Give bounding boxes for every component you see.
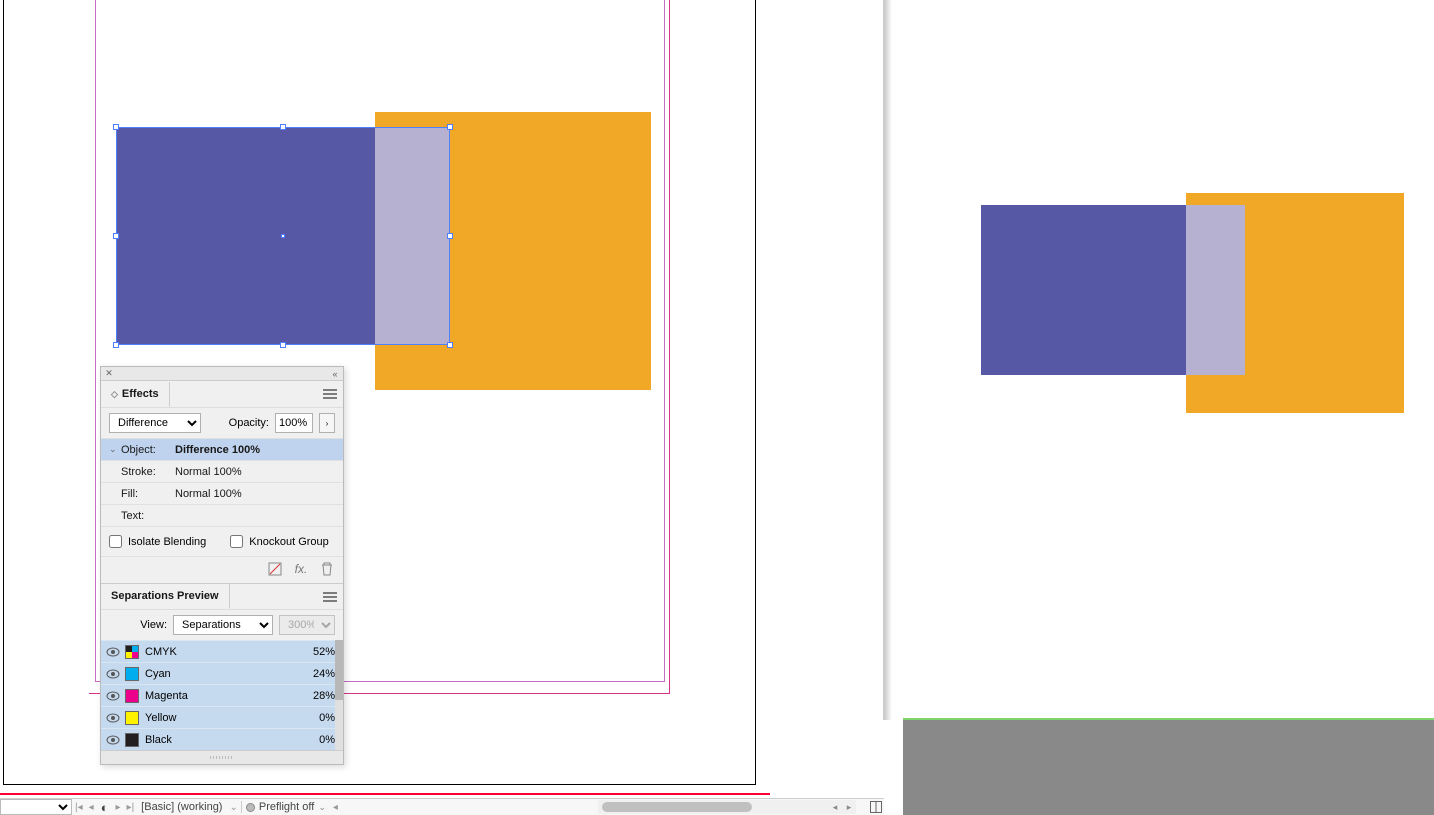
collapse-icon[interactable]: «: [331, 370, 339, 378]
attr-row-text[interactable]: Text:: [101, 504, 343, 526]
clear-effects-icon[interactable]: [267, 561, 283, 577]
sep-scroll-thumb[interactable]: [335, 640, 343, 700]
close-icon[interactable]: ✕: [105, 370, 113, 378]
preview-pasteboard: [903, 720, 1434, 815]
sel-handle-mr[interactable]: [447, 233, 453, 239]
ink-value: 0%: [295, 734, 335, 746]
attr-list: ⌄ Object: Difference 100% Stroke: Normal…: [101, 438, 343, 526]
trash-icon[interactable]: [319, 561, 335, 577]
sep-ink-row-magenta[interactable]: Magenta28%: [101, 684, 343, 706]
visibility-eye-icon[interactable]: [105, 713, 121, 723]
ink-swatch-icon: [125, 645, 139, 659]
page-last-icon[interactable]: ▸|: [124, 802, 138, 813]
split-view-icon[interactable]: [869, 800, 883, 814]
sep-ink-row-yellow[interactable]: Yellow0%: [101, 706, 343, 728]
sel-center[interactable]: [281, 234, 285, 238]
fx-icon[interactable]: fx.: [293, 561, 309, 577]
sep-scrollbar[interactable]: [335, 640, 343, 750]
horizontal-scrollbar[interactable]: ◂ ▸: [598, 800, 856, 814]
page-status-icon[interactable]: ◐: [97, 799, 113, 815]
page-prev-icon[interactable]: ◂: [86, 802, 97, 813]
separations-tab-row: Separations Preview: [101, 583, 343, 609]
sep-panel-menu-icon[interactable]: [317, 588, 343, 606]
sel-handle-bl[interactable]: [113, 342, 119, 348]
hscroll-left-icon[interactable]: ◂: [828, 802, 842, 813]
ink-name: Magenta: [145, 690, 295, 702]
sep-ink-row-cmyk[interactable]: CMYK52%: [101, 640, 343, 662]
opacity-input[interactable]: [275, 413, 313, 433]
effects-icon-strip: fx.: [101, 556, 343, 583]
sep-ink-row-cyan[interactable]: Cyan24%: [101, 662, 343, 684]
sep-ink-list: CMYK52%Cyan24%Magenta28%Yellow0%Black0%: [101, 640, 343, 750]
sep-view-select[interactable]: Separations: [173, 615, 273, 635]
preflight-status[interactable]: Preflight off ⌄: [242, 799, 330, 815]
ink-value: 52%: [295, 646, 335, 658]
knockout-group-label: Knockout Group: [249, 536, 329, 548]
visibility-eye-icon[interactable]: [105, 647, 121, 657]
blend-opacity-row: Difference Opacity: ›: [101, 407, 343, 438]
ink-swatch-icon: [125, 711, 139, 725]
opacity-label: Opacity:: [229, 417, 269, 429]
hscroll-thumb[interactable]: [602, 802, 752, 812]
chevron-down-icon: ⌄: [109, 444, 121, 455]
panel-menu-icon[interactable]: [317, 385, 343, 403]
zoom-dropdown[interactable]: [0, 799, 72, 815]
isolate-blending-checkbox[interactable]: [109, 535, 122, 548]
sel-handle-tr[interactable]: [447, 124, 453, 130]
panel-footer-grip[interactable]: [101, 750, 343, 764]
tab-separations[interactable]: Separations Preview: [101, 584, 230, 609]
sep-ink-row-black[interactable]: Black0%: [101, 728, 343, 750]
isolate-blending-label: Isolate Blending: [128, 536, 206, 548]
ink-value: 24%: [295, 668, 335, 680]
opacity-stepper[interactable]: ›: [319, 413, 335, 433]
attr-row-fill[interactable]: Fill: Normal 100%: [101, 482, 343, 504]
sep-view-row: View: Separations 300%: [101, 609, 343, 640]
blend-mode-select[interactable]: Difference: [109, 413, 201, 433]
sel-handle-tm[interactable]: [280, 124, 286, 130]
ink-swatch-icon: [125, 733, 139, 747]
tab-effects[interactable]: ◇Effects: [101, 382, 170, 407]
profile-label[interactable]: [Basic] (working): [137, 799, 226, 815]
preflight-label: Preflight off: [259, 801, 314, 813]
hscroll-right-icon[interactable]: ▸: [842, 802, 856, 813]
panel-titlebar[interactable]: ✕ «: [101, 367, 343, 381]
sel-handle-tl[interactable]: [113, 124, 119, 130]
attr-row-object[interactable]: ⌄ Object: Difference 100%: [101, 438, 343, 460]
pasteboard-edge: [0, 793, 770, 795]
knockout-group-checkbox[interactable]: [230, 535, 243, 548]
visibility-eye-icon[interactable]: [105, 735, 121, 745]
effects-tab-row: ◇Effects: [101, 381, 343, 407]
page-first-icon[interactable]: |◂: [72, 802, 86, 813]
ink-name: CMYK: [145, 646, 295, 658]
ink-name: Yellow: [145, 712, 295, 724]
ink-name: Black: [145, 734, 295, 746]
check-row: Isolate Blending Knockout Group: [101, 526, 343, 556]
ink-value: 0%: [295, 712, 335, 724]
ink-swatch-icon: [125, 689, 139, 703]
ink-value: 28%: [295, 690, 335, 702]
sel-handle-ml[interactable]: [113, 233, 119, 239]
sep-zoom-select: 300%: [279, 615, 335, 635]
page-shadow: [884, 0, 892, 720]
ink-swatch-icon: [125, 667, 139, 681]
visibility-eye-icon[interactable]: [105, 669, 121, 679]
preview-overlap: [1186, 205, 1245, 375]
ink-name: Cyan: [145, 668, 295, 680]
attr-row-stroke[interactable]: Stroke: Normal 100%: [101, 460, 343, 482]
sel-handle-bm[interactable]: [280, 342, 286, 348]
sep-view-label: View:: [140, 619, 167, 631]
profile-chevron-icon[interactable]: ⌄: [226, 802, 240, 813]
sel-handle-br[interactable]: [447, 342, 453, 348]
status-scroll-left-icon[interactable]: ◂: [330, 802, 341, 813]
visibility-eye-icon[interactable]: [105, 691, 121, 701]
effects-panel[interactable]: ✕ « ◇Effects Difference Opacity: › ⌄ Obj…: [100, 366, 344, 765]
page-next-icon[interactable]: ▸: [113, 802, 124, 813]
preflight-dot-icon: [246, 803, 255, 812]
